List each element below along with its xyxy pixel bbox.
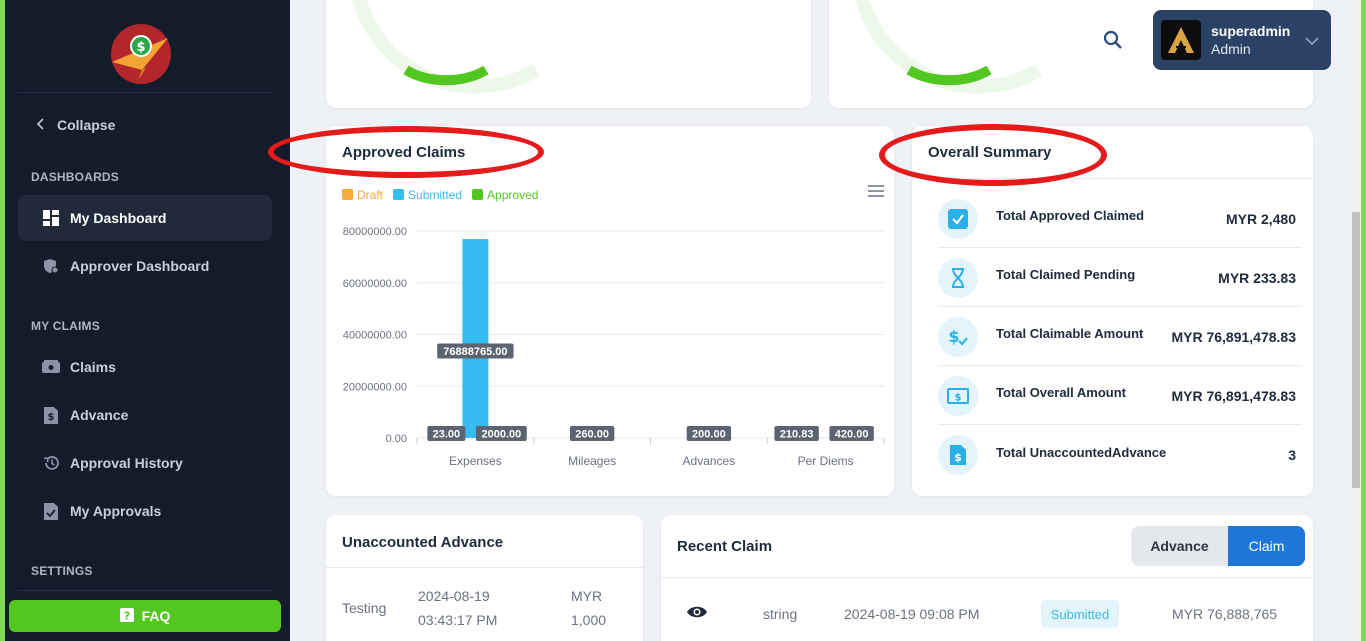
tab-claim[interactable]: Claim	[1228, 526, 1305, 566]
sidebar-item-label: Approver Dashboard	[70, 258, 210, 274]
shield-icon	[42, 257, 60, 275]
summary-value: 3	[1288, 447, 1296, 463]
banknote-icon: $	[938, 375, 978, 416]
sidebar-item-approval-history[interactable]: Approval History	[18, 440, 272, 486]
y-tick-label: 0.00	[386, 433, 407, 445]
tab-advance[interactable]: Advance	[1131, 526, 1228, 566]
summary-value: MYR 2,480	[1225, 210, 1296, 227]
sidebar: $ Collapse DASHBOARDS My Dashboard Appro…	[5, 0, 290, 641]
sidebar-item-advance[interactable]: $ Advance	[18, 392, 272, 438]
chevron-down-icon	[1305, 32, 1319, 50]
summary-value: MYR 233.83	[1218, 269, 1296, 286]
faq-button[interactable]: ? FAQ	[9, 600, 281, 632]
bar-submitted	[462, 239, 489, 438]
sidebar-item-approver-dashboard[interactable]: Approver Dashboard	[18, 243, 272, 289]
summary-value: MYR 76,891,478.83	[1171, 387, 1296, 404]
advance-date: 2024-08-19	[418, 588, 490, 604]
summary-row-approved: Total Approved Claimed MYR 2,480	[938, 190, 1302, 248]
sidebar-item-label: My Dashboard	[70, 210, 167, 226]
svg-text:$: $	[948, 327, 959, 346]
y-tick-label: 60000000.00	[343, 278, 407, 290]
data-label: 23.00	[433, 429, 461, 441]
y-tick-label: 20000000.00	[343, 381, 407, 393]
section-dashboards: DASHBOARDS	[31, 170, 120, 184]
section-my-claims: MY CLAIMS	[31, 319, 100, 333]
summary-row-unaccounted: $ Total UnaccountedAdvance 3	[938, 426, 1302, 484]
unaccounted-advance-card: Unaccounted Advance Testing 2024-08-19 0…	[326, 515, 643, 641]
recent-claim-title: Recent Claim	[677, 538, 773, 555]
advance-name: Testing	[342, 600, 387, 616]
check-doc-icon	[42, 502, 60, 520]
question-icon: ?	[119, 607, 134, 625]
history-icon	[42, 454, 60, 472]
search-icon[interactable]	[1103, 30, 1123, 55]
user-role: Admin	[1211, 41, 1251, 57]
sidebar-item-label: My Approvals	[70, 503, 162, 519]
advance-amount: 1,000	[571, 612, 607, 628]
summary-row-overall: $ Total Overall Amount MYR 76,891,478.83	[938, 367, 1302, 425]
annotation-ellipse	[879, 124, 1107, 186]
summary-label: Total Claimable Amount	[996, 326, 1144, 341]
data-label: 76888765.00	[443, 346, 507, 358]
summary-row-pending: Total Claimed Pending MYR 233.83	[938, 249, 1302, 307]
chevron-left-icon	[36, 117, 45, 133]
summary-row-claimable: $ Total Claimable Amount MYR 76,891,478.…	[938, 308, 1302, 366]
approved-claims-card: Approved Claims Draft Submitted Approved…	[326, 126, 894, 496]
data-label: 420.00	[835, 429, 869, 441]
money-icon	[42, 358, 60, 376]
y-tick-label: 80000000.00	[343, 226, 407, 238]
scrollbar-thumb[interactable]	[1352, 212, 1360, 488]
sidebar-item-my-dashboard[interactable]: My Dashboard	[18, 195, 272, 241]
top-card-left	[326, 0, 811, 108]
data-label: 2000.00	[481, 429, 521, 441]
sidebar-item-label: Claims	[70, 359, 116, 375]
summary-value: MYR 76,891,478.83	[1171, 328, 1296, 345]
eye-icon[interactable]	[686, 604, 708, 625]
x-tick-label: Per Diems	[798, 454, 854, 468]
svg-text:$: $	[954, 451, 962, 464]
data-label: 260.00	[575, 429, 609, 441]
app-logo[interactable]: $	[108, 22, 174, 84]
dollar-doc-icon: $	[938, 435, 978, 475]
x-tick-label: Expenses	[449, 454, 502, 468]
claim-name: string	[763, 606, 798, 622]
x-tick-label: Advances	[683, 454, 736, 468]
approved-claims-chart: 80000000.00 60000000.00 40000000.00 2000000…	[343, 226, 885, 468]
summary-label: Total Claimed Pending	[996, 267, 1136, 282]
claim-datetime: 2024-08-19 09:08 PM	[844, 606, 980, 622]
summary-label: Total Overall Amount	[996, 385, 1127, 400]
dollar-check-icon: $	[938, 316, 978, 357]
svg-text:$: $	[955, 392, 962, 403]
avatar	[1161, 20, 1201, 60]
hourglass-icon	[938, 257, 978, 298]
collapse-button[interactable]: Collapse	[36, 117, 116, 133]
unaccounted-advance-title: Unaccounted Advance	[342, 534, 504, 551]
summary-label: Total UnaccountedAdvance	[996, 444, 1167, 460]
sidebar-item-label: Advance	[70, 407, 129, 423]
annotation-ellipse	[268, 126, 544, 178]
data-label: 200.00	[692, 429, 726, 441]
collapse-label: Collapse	[57, 117, 116, 133]
dashboard-icon	[42, 209, 60, 227]
status-badge: Submitted	[1041, 600, 1119, 628]
svg-text:$: $	[136, 40, 145, 55]
user-name: superadmin	[1211, 23, 1291, 39]
sidebar-item-my-approvals[interactable]: My Approvals	[18, 488, 272, 534]
claim-amount: MYR 76,888,765	[1172, 606, 1278, 622]
sidebar-item-claims[interactable]: Claims	[18, 344, 272, 390]
checkbox-icon	[938, 198, 978, 239]
data-label: 210.83	[780, 429, 814, 441]
dollar-doc-icon: $	[42, 406, 60, 424]
x-tick-label: Mileages	[568, 454, 616, 468]
faq-label: FAQ	[141, 608, 171, 624]
advance-currency: MYR	[571, 588, 603, 604]
user-menu[interactable]: superadmin Admin	[1153, 10, 1331, 70]
sidebar-item-label: Approval History	[70, 455, 183, 471]
advance-time: 03:43:17 PM	[418, 612, 498, 628]
svg-text:$: $	[48, 412, 55, 423]
section-settings: SETTINGS	[31, 564, 93, 578]
summary-label: Total Approved Claimed	[996, 208, 1145, 223]
svg-text:?: ?	[123, 609, 129, 622]
y-tick-label: 40000000.00	[343, 330, 407, 342]
